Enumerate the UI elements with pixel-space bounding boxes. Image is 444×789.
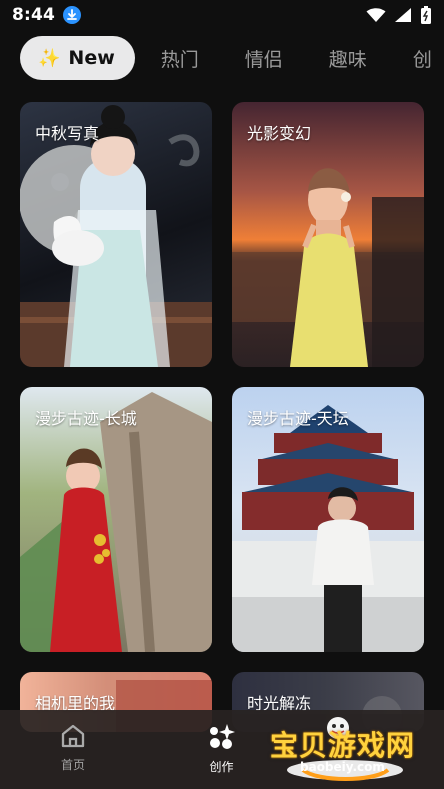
tab-hot[interactable]: 热门 [161,45,199,72]
card-title: 漫步古迹-天坛 [247,409,349,428]
category-tabs: ✨ New 热门 情侣 趣味 创 [20,35,444,81]
tab-new-label: New [68,47,115,69]
watermark-title: 宝贝游戏网 [270,729,416,762]
nav-home-label: 首页 [60,758,85,772]
wifi-icon [366,8,386,22]
tab-fun[interactable]: 趣味 [329,45,367,72]
status-left: 8:44 [12,5,82,25]
card-title: 光影变幻 [247,124,312,143]
template-card[interactable]: 漫步古迹-天坛 [232,387,424,652]
template-card[interactable]: 漫步古迹-长城 [20,387,212,652]
home-icon [61,724,85,748]
nav-home[interactable]: 首页 [58,722,88,773]
nav-create[interactable]: 创作 [206,722,237,775]
battery-icon [421,6,431,24]
tab-new[interactable]: ✨ New [20,36,135,80]
template-card[interactable]: 中秋写真 [20,102,212,367]
status-bar: 8:44 [0,0,444,30]
card-title: 漫步古迹-长城 [35,409,137,428]
download-icon [63,6,82,24]
create-icon [210,724,235,749]
watermark: 宝贝游戏网 baobeiy.com [270,716,420,782]
status-time: 8:44 [12,5,56,25]
signal-icon [395,8,411,22]
watermark-url: baobeiy.com [300,760,385,774]
tab-couple[interactable]: 情侣 [245,45,283,72]
tab-create[interactable]: 创 [413,45,432,72]
status-right [366,5,432,25]
template-card[interactable]: 光影变幻 [232,102,424,367]
card-title: 中秋写真 [35,124,100,143]
nav-create-label: 创作 [209,760,234,774]
sparkle-icon: ✨ [38,47,61,69]
